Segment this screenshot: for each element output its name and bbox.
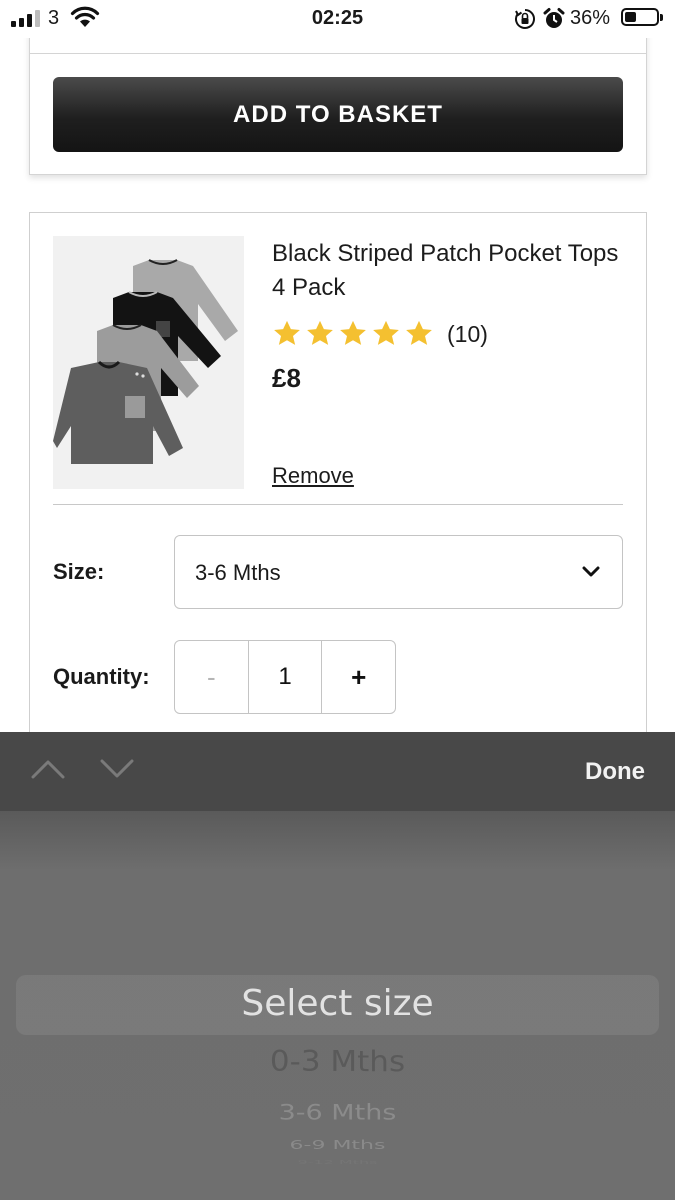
size-select[interactable]: 3-6 Mths xyxy=(174,535,623,609)
quantity-decrease-button[interactable]: - xyxy=(175,641,249,713)
divider xyxy=(53,504,623,505)
picker-option[interactable]: Select size xyxy=(0,983,675,1024)
battery-icon xyxy=(621,8,659,26)
star-icon xyxy=(406,320,432,345)
battery-level xyxy=(625,12,636,22)
star-icon xyxy=(274,320,300,345)
picker-toolbar: Done xyxy=(0,732,675,811)
divider xyxy=(30,53,646,54)
quantity-stepper: - 1 + xyxy=(174,640,396,714)
chevron-down-icon[interactable] xyxy=(99,758,135,780)
remove-link[interactable]: Remove xyxy=(272,463,354,489)
quantity-label: Quantity: xyxy=(53,664,150,689)
picker-option[interactable]: 3-6 Mths xyxy=(0,1100,675,1125)
quantity-value[interactable]: 1 xyxy=(249,641,323,713)
alarm-icon xyxy=(543,8,565,28)
size-label: Size: xyxy=(53,559,105,584)
product-image[interactable] xyxy=(53,236,244,489)
star-icon xyxy=(373,320,399,345)
chevron-up-icon[interactable] xyxy=(30,758,66,780)
chevron-down-icon xyxy=(582,566,600,577)
product-price: £8 xyxy=(272,363,301,393)
add-to-basket-button[interactable]: ADD TO BASKET xyxy=(53,77,623,152)
product-rating: (10) xyxy=(272,317,488,351)
size-picker-wheel[interactable]: Select size 0-3 Mths 3-6 Mths 6-9 Mths 9… xyxy=(0,811,675,1200)
basket-card: ADD TO BASKET xyxy=(29,14,647,175)
product-card: Black Striped Patch Pocket Tops 4 Pack (… xyxy=(29,212,647,774)
picker-option[interactable]: 0-3 Mths xyxy=(0,1045,675,1078)
orientation-lock-icon xyxy=(515,9,535,29)
star-icon xyxy=(340,320,366,345)
quantity-increase-button[interactable]: + xyxy=(322,641,395,713)
picker-option[interactable]: 6-9 Mths xyxy=(0,1139,675,1153)
battery-nub xyxy=(660,14,663,21)
done-button[interactable]: Done xyxy=(585,758,645,786)
rating-count: (10) xyxy=(447,320,488,347)
picker-option[interactable]: 9-12 Mths xyxy=(0,1160,675,1166)
status-bar: 3 02:25 36% xyxy=(0,0,675,38)
battery-percent: 36% xyxy=(570,7,611,29)
product-title[interactable]: Black Striped Patch Pocket Tops 4 Pack xyxy=(272,237,632,305)
star-icon xyxy=(307,320,333,345)
size-selected-value: 3-6 Mths xyxy=(195,560,281,585)
